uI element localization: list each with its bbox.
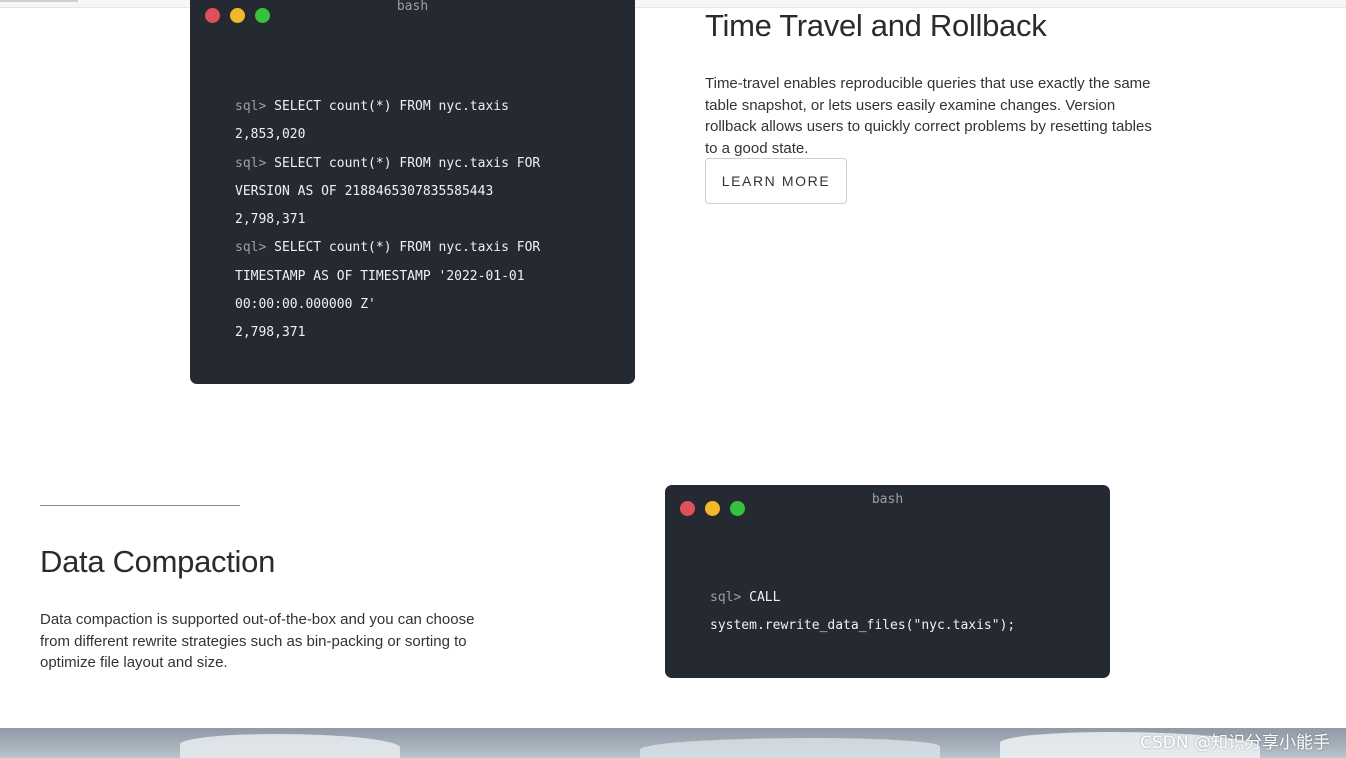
data-compaction-heading: Data Compaction (40, 544, 276, 579)
time-travel-description: Time-travel enables reproducible queries… (705, 75, 1152, 157)
minimize-dot-icon (705, 501, 720, 516)
mountain-banner-image: CSDN @知识分享小能手 (0, 728, 1346, 758)
learn-more-button[interactable]: LEARN MORE (705, 158, 847, 204)
code-line: 00:00:00.000000 Z' (235, 298, 615, 326)
code-line: system.rewrite_data_files("nyc.taxis"); (710, 619, 1090, 647)
window-controls (205, 8, 270, 23)
sql-prompt: sql> (235, 240, 267, 256)
page: bash sql> SELECT count(*) FROM nyc.taxis… (0, 0, 1346, 758)
tab-indicator (0, 0, 78, 2)
code-text: 2,798,371 (235, 325, 306, 341)
maximize-dot-icon (730, 501, 745, 516)
snow-ridge (180, 734, 400, 758)
close-dot-icon (680, 501, 695, 516)
code-line: sql> SELECT count(*) FROM nyc.taxis (235, 100, 615, 128)
close-dot-icon (205, 8, 220, 23)
terminal-code: sql> CALL system.rewrite_data_files("nyc… (710, 591, 1090, 648)
sql-prompt: sql> (710, 590, 742, 605)
code-text: VERSION AS OF 2188465307835585443 (235, 183, 494, 199)
code-text: 00:00:00.000000 Z' (235, 297, 376, 313)
code-text: system.rewrite_data_files("nyc.taxis"); (710, 618, 1016, 634)
terminal-code: sql> SELECT count(*) FROM nyc.taxis 2,85… (235, 100, 615, 355)
time-travel-heading: Time Travel and Rollback (705, 8, 1047, 43)
code-line: 2,853,020 (235, 128, 615, 156)
code-text: SELECT count(*) FROM nyc.taxis FOR (274, 240, 541, 256)
code-line: sql> SELECT count(*) FROM nyc.taxis FOR (235, 155, 615, 185)
maximize-dot-icon (255, 8, 270, 23)
csdn-watermark: CSDN @知识分享小能手 (1140, 733, 1330, 753)
minimize-dot-icon (230, 8, 245, 23)
code-line: sql> SELECT count(*) FROM nyc.taxis FOR (235, 241, 615, 269)
code-line: 2,798,371 (235, 326, 615, 354)
code-text: 2,798,371 (235, 212, 306, 228)
snow-ridge (640, 738, 940, 758)
terminal-window-compaction: bash sql> CALL system.rewrite_data_files… (665, 485, 1110, 678)
code-line: 2,798,371 (235, 213, 615, 241)
terminal-window-time-travel: bash sql> SELECT count(*) FROM nyc.taxis… (190, 0, 635, 384)
code-line: VERSION AS OF 2188465307835585443 (235, 183, 615, 213)
section-divider (40, 505, 240, 506)
code-text: TIMESTAMP AS OF TIMESTAMP '2022-01-01 (235, 268, 525, 284)
code-line: TIMESTAMP AS OF TIMESTAMP '2022-01-01 (235, 268, 615, 298)
code-text: SELECT count(*) FROM nyc.taxis FOR (274, 155, 541, 171)
data-compaction-description: Data compaction is supported out-of-the-… (40, 611, 475, 671)
window-controls (680, 501, 745, 516)
code-text: 2,853,020 (235, 127, 306, 143)
sql-prompt: sql> (235, 99, 267, 114)
code-line: sql> CALL (710, 591, 1090, 619)
sql-prompt: sql> (235, 155, 267, 171)
code-text: CALL (749, 590, 781, 605)
code-text: SELECT count(*) FROM nyc.taxis (274, 99, 509, 114)
